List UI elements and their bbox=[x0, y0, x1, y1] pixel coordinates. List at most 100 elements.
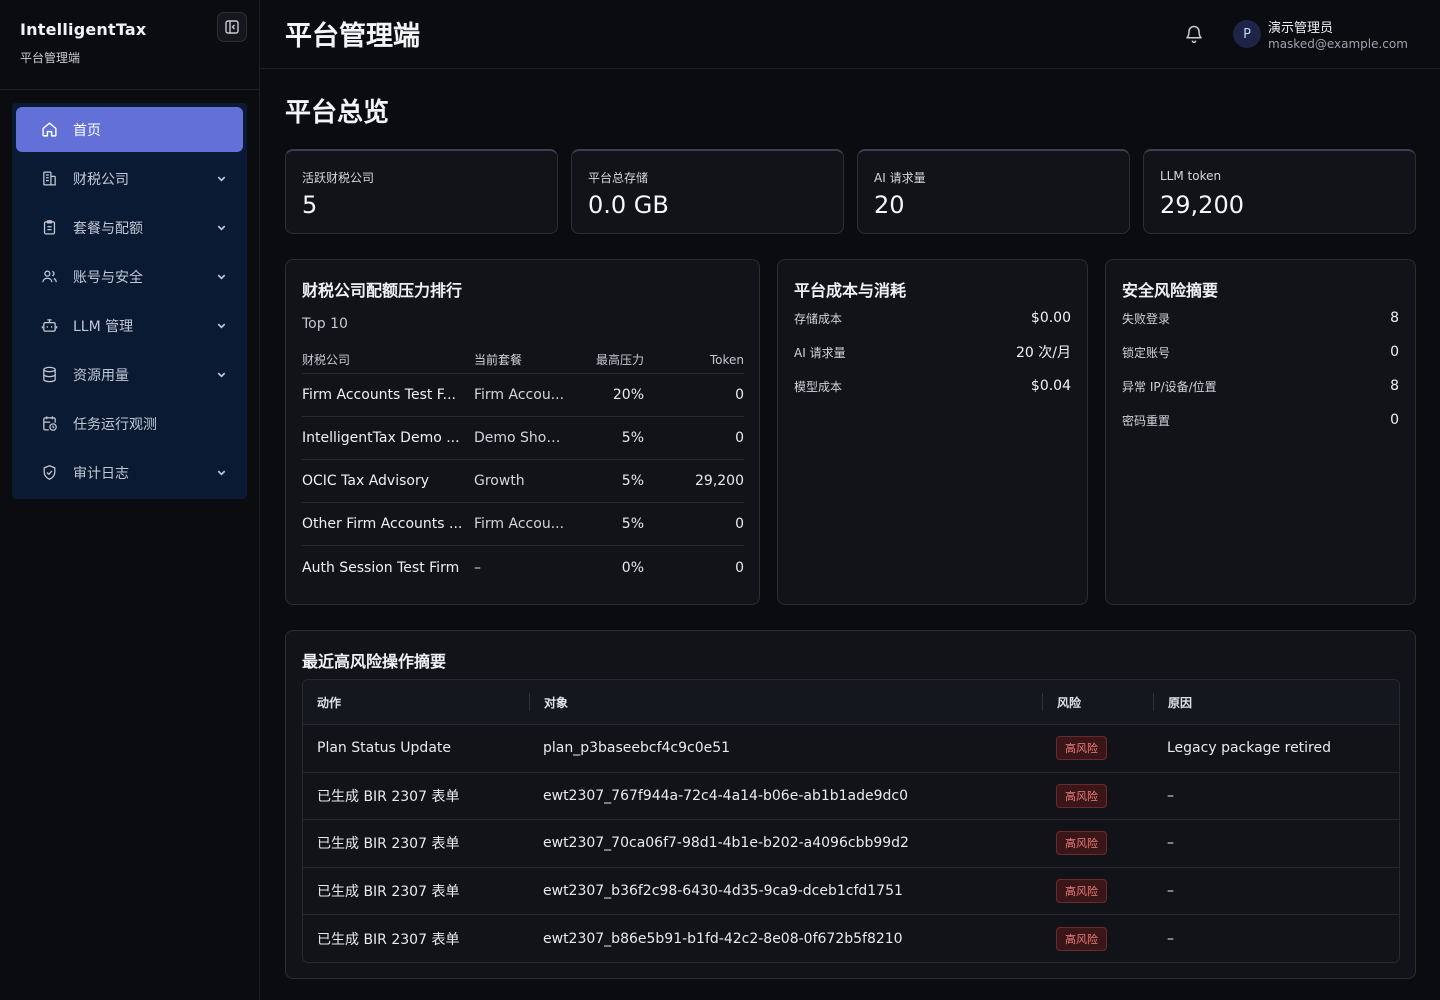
pressure-value: 20% bbox=[612, 387, 644, 403]
risk-cell: 高风险 bbox=[1042, 783, 1153, 808]
sidebar-item-label: 财税公司 bbox=[73, 171, 129, 188]
bell-icon bbox=[1186, 25, 1202, 44]
bot-icon bbox=[40, 317, 58, 335]
stat-card-storage: 平台总存储 0.0 GB bbox=[571, 149, 844, 234]
reason-cell: – bbox=[1167, 930, 1174, 947]
platform-cost-panel: 平台成本与消耗 存储成本 $0.00 AI 请求量 20 次/月 模型成本 $0… bbox=[777, 259, 1088, 605]
page-title: 平台总览 bbox=[285, 98, 390, 128]
column-header: 风险 bbox=[1042, 693, 1153, 711]
sidebar-item-firms[interactable]: 财税公司 bbox=[16, 156, 243, 201]
column-header: 原因 bbox=[1153, 693, 1399, 711]
panel-title: 平台成本与消耗 bbox=[794, 281, 907, 300]
cost-value: 20 次/月 bbox=[1016, 345, 1071, 361]
collapse-sidebar-button[interactable] bbox=[217, 12, 247, 42]
risk-badge: 高风险 bbox=[1056, 736, 1107, 761]
sidebar-item-label: 首页 bbox=[73, 122, 101, 139]
database-icon bbox=[40, 366, 58, 384]
sidebar-item-label: 资源用量 bbox=[73, 367, 129, 384]
security-value: 8 bbox=[1390, 310, 1399, 326]
table-row[interactable]: 已生成 BIR 2307 表单 ewt2307_70ca06f7-98d1-4b… bbox=[303, 820, 1399, 868]
user-email: masked@example.com bbox=[1268, 37, 1408, 51]
security-item-failed-login: 失败登录 8 bbox=[1122, 301, 1399, 335]
table-row[interactable]: OCIC Tax Advisory Growth 5% 29,200 bbox=[302, 460, 744, 503]
token-value: 0 bbox=[735, 559, 744, 576]
chevron-down-icon bbox=[215, 271, 227, 283]
risk-cell: 高风险 bbox=[1042, 878, 1153, 903]
security-label: 异常 IP/设备/位置 bbox=[1122, 379, 1217, 394]
sidebar-item-audit-log[interactable]: 审计日志 bbox=[16, 450, 243, 495]
table-row[interactable]: Auth Session Test Firm – 0% 0 bbox=[302, 546, 744, 589]
risk-cell: 高风险 bbox=[1042, 831, 1153, 856]
security-item-password-reset: 密码重置 0 bbox=[1122, 403, 1399, 437]
top-header: 平台管理端 P 演示管理员 masked@example.com bbox=[260, 0, 1440, 69]
sidebar-item-plans[interactable]: 套餐与配额 bbox=[16, 205, 243, 250]
security-label: 密码重置 bbox=[1122, 413, 1171, 428]
stat-value: 29,200 bbox=[1160, 191, 1244, 219]
chevron-down-icon bbox=[215, 467, 227, 479]
object-cell: ewt2307_70ca06f7-98d1-4b1e-b202-a4096cbb… bbox=[543, 835, 909, 852]
sidebar-item-home[interactable]: 首页 bbox=[16, 107, 243, 152]
user-name: 演示管理员 bbox=[1268, 21, 1334, 36]
action-cell: Plan Status Update bbox=[317, 740, 451, 757]
cost-label: AI 请求量 bbox=[794, 345, 846, 360]
plan-name: – bbox=[474, 559, 481, 576]
brand: IntelligentTax 平台管理端 bbox=[20, 20, 146, 66]
cost-item-model: 模型成本 $0.04 bbox=[794, 369, 1071, 403]
cost-label: 存储成本 bbox=[794, 311, 843, 326]
shield-check-icon bbox=[40, 464, 58, 482]
sidebar-divider bbox=[0, 89, 259, 90]
notifications-button[interactable] bbox=[1184, 23, 1204, 45]
building-icon bbox=[40, 170, 58, 188]
reason-cell: – bbox=[1167, 882, 1174, 899]
stat-label: AI 请求量 bbox=[874, 171, 926, 185]
table-row[interactable]: Firm Accounts Test F... Firm Accou... 20… bbox=[302, 374, 744, 417]
table-row[interactable]: IntelligentTax Demo ... Demo Show... 5% … bbox=[302, 417, 744, 460]
risk-badge: 高风险 bbox=[1056, 878, 1107, 903]
firm-name: OCIC Tax Advisory bbox=[302, 473, 429, 489]
table-row[interactable]: Other Firm Accounts ... Firm Accou... 5%… bbox=[302, 503, 744, 546]
stat-label: LLM token bbox=[1160, 169, 1222, 183]
sidebar-item-llm[interactable]: LLM 管理 bbox=[16, 303, 243, 348]
firm-name: Auth Session Test Firm bbox=[302, 559, 460, 576]
ranking-table: 财税公司 当前套餐 最高压力 Token Firm Accounts Test … bbox=[302, 346, 744, 589]
table-row[interactable]: 已生成 BIR 2307 表单 ewt2307_767f944a-72c4-4a… bbox=[303, 773, 1399, 820]
brand-title: IntelligentTax bbox=[20, 20, 147, 39]
table-row[interactable]: 已生成 BIR 2307 表单 ewt2307_b36f2c98-6430-4d… bbox=[303, 868, 1399, 915]
cost-item-storage: 存储成本 $0.00 bbox=[794, 301, 1071, 335]
users-icon bbox=[40, 268, 58, 286]
action-cell: 已生成 BIR 2307 表单 bbox=[317, 931, 460, 948]
sidebar-item-label: 任务运行观测 bbox=[73, 416, 157, 433]
risk-cell: 高风险 bbox=[1042, 736, 1153, 761]
cost-item-ai-requests: AI 请求量 20 次/月 bbox=[794, 335, 1071, 369]
sidebar-item-label: 审计日志 bbox=[73, 465, 129, 482]
column-header: 对象 bbox=[529, 693, 1042, 711]
security-label: 失败登录 bbox=[1122, 311, 1171, 326]
security-item-locked: 锁定账号 0 bbox=[1122, 335, 1399, 369]
avatar[interactable]: P bbox=[1233, 20, 1261, 48]
token-value: 0 bbox=[735, 430, 744, 446]
pressure-value: 5% bbox=[621, 473, 644, 489]
sidebar-item-usage[interactable]: 资源用量 bbox=[16, 352, 243, 397]
token-value: 0 bbox=[735, 516, 744, 532]
security-value: 0 bbox=[1390, 412, 1399, 428]
sidebar-item-accounts[interactable]: 账号与安全 bbox=[16, 254, 243, 299]
panel-title: 安全风险摘要 bbox=[1122, 281, 1219, 300]
cost-label: 模型成本 bbox=[794, 379, 843, 394]
cost-value: $0.00 bbox=[1030, 310, 1071, 326]
security-value: 0 bbox=[1390, 344, 1399, 360]
object-cell: ewt2307_b36f2c98-6430-4d35-9ca9-dceb1cfd… bbox=[543, 882, 903, 899]
calendar-clock-icon bbox=[40, 415, 58, 433]
risk-badge: 高风险 bbox=[1056, 783, 1107, 808]
table-row[interactable]: 已生成 BIR 2307 表单 ewt2307_b86e5b91-b1fd-42… bbox=[303, 915, 1399, 962]
sidebar: IntelligentTax 平台管理端 首页 财税公司 套餐与配额 账号与安全… bbox=[0, 0, 260, 1000]
sidebar-item-task-monitor[interactable]: 任务运行观测 bbox=[16, 401, 243, 446]
column-header: Token bbox=[709, 352, 744, 367]
table-row[interactable]: Plan Status Update plan_p3baseebcf4c9c0e… bbox=[303, 725, 1399, 773]
chevron-down-icon bbox=[215, 369, 227, 381]
chevron-down-icon bbox=[215, 173, 227, 185]
action-cell: 已生成 BIR 2307 表单 bbox=[317, 788, 460, 805]
risk-cell: 高风险 bbox=[1042, 926, 1153, 951]
quota-pressure-ranking-panel: 财税公司配额压力排行 Top 10 财税公司 当前套餐 最高压力 Token F… bbox=[285, 259, 760, 605]
object-cell: plan_p3baseebcf4c9c0e51 bbox=[543, 740, 731, 757]
stat-label: 平台总存储 bbox=[588, 171, 649, 185]
